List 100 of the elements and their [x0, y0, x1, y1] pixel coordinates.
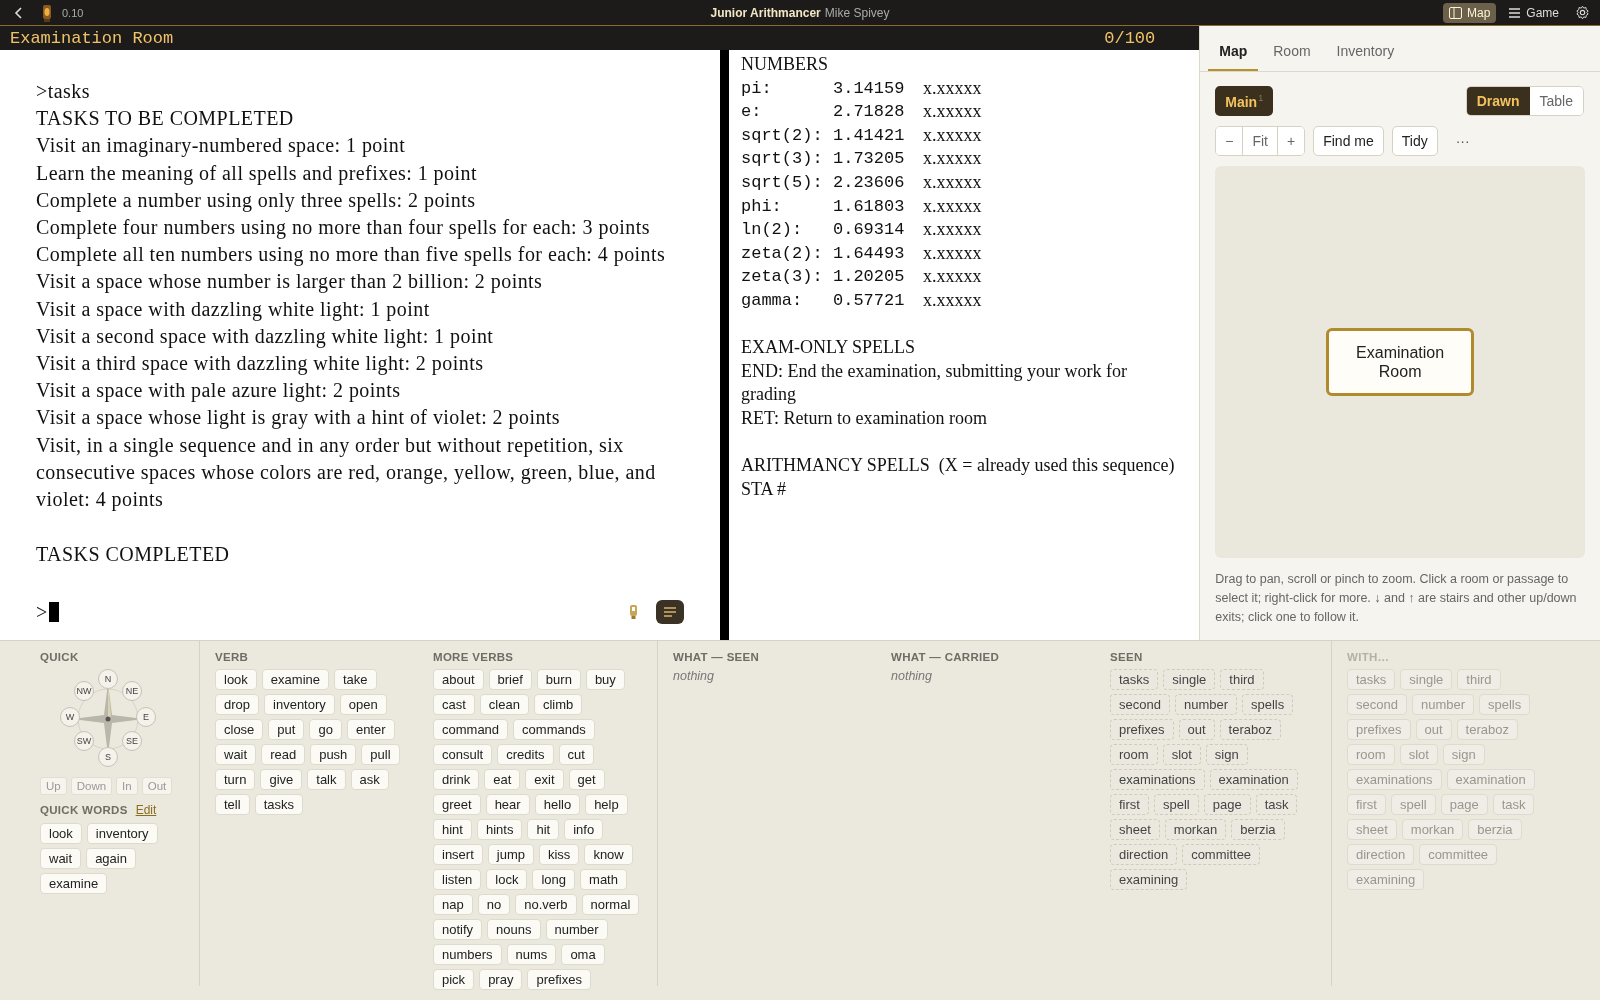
map-level-button[interactable]: Main$^{1}$ — [1215, 86, 1274, 116]
verb-chip[interactable]: tell — [215, 794, 250, 815]
noun-chip[interactable]: second — [1110, 694, 1170, 715]
verb-chip[interactable]: close — [215, 719, 264, 740]
view-option-button[interactable]: Table — [1529, 87, 1583, 115]
noun-chip[interactable]: task — [1255, 794, 1298, 815]
verb-chip[interactable]: info — [564, 819, 604, 840]
verb-chip[interactable]: open — [339, 694, 387, 715]
edit-link[interactable]: Edit — [135, 803, 157, 817]
verb-chip[interactable]: nap — [433, 894, 473, 915]
verb-chip[interactable]: get — [568, 769, 605, 790]
word-chip[interactable]: wait — [40, 848, 82, 869]
verb-chip[interactable]: help — [585, 794, 628, 815]
verb-chip[interactable]: talk — [307, 769, 346, 790]
verb-chip[interactable]: kiss — [539, 844, 580, 865]
verb-chip[interactable]: turn — [215, 769, 256, 790]
settings-icon[interactable] — [1575, 5, 1590, 20]
verb-chip[interactable]: notify — [433, 919, 483, 940]
verb-chip[interactable]: cut — [558, 744, 594, 765]
noun-chip[interactable]: examinations — [1110, 769, 1205, 790]
map-tool-button[interactable]: Find me — [1313, 126, 1384, 156]
compass-point-button[interactable]: SE — [122, 731, 142, 751]
menu-button[interactable] — [656, 600, 684, 625]
map-canvas[interactable]: Examination Room — [1215, 166, 1585, 558]
verb-chip[interactable]: long — [532, 869, 576, 890]
verb-chip[interactable]: wait — [215, 744, 257, 765]
zoom-button[interactable]: + — [1277, 127, 1305, 155]
noun-chip[interactable]: direction — [1110, 844, 1178, 865]
noun-chip[interactable]: out — [1178, 719, 1215, 740]
verb-chip[interactable]: consult — [433, 744, 493, 765]
noun-chip[interactable]: first — [1110, 794, 1149, 815]
verb-chip[interactable]: credits — [497, 744, 554, 765]
verb-chip[interactable]: brief — [488, 669, 532, 690]
verb-chip[interactable]: pick — [433, 969, 475, 990]
verb-chip[interactable]: give — [260, 769, 303, 790]
game-menu-button[interactable]: Game — [1502, 2, 1565, 23]
verb-chip[interactable]: tasks — [254, 794, 303, 815]
noun-chip[interactable]: third — [1220, 669, 1264, 690]
compass-point-button[interactable]: SW — [74, 731, 94, 751]
verb-chip[interactable]: nums — [506, 944, 557, 965]
noun-chip[interactable]: committee — [1182, 844, 1261, 865]
verb-chip[interactable]: hear — [485, 794, 530, 815]
verb-chip[interactable]: buy — [585, 669, 625, 690]
verb-chip[interactable]: insert — [433, 844, 483, 865]
verb-chip[interactable]: enter — [346, 719, 395, 740]
verb-chip[interactable]: command — [433, 719, 509, 740]
verb-chip[interactable]: clean — [479, 694, 529, 715]
map-panel-button[interactable]: Map — [1442, 2, 1497, 23]
verb-chip[interactable]: normal — [581, 894, 640, 915]
verb-chip[interactable]: hit — [527, 819, 560, 840]
word-chip[interactable]: inventory — [86, 823, 158, 844]
verb-chip[interactable]: hello — [534, 794, 581, 815]
verb-chip[interactable]: ask — [350, 769, 389, 790]
noun-chip[interactable]: slot — [1162, 744, 1201, 765]
noun-chip[interactable]: teraboz — [1219, 719, 1281, 740]
verb-chip[interactable]: inventory — [264, 694, 335, 715]
noun-chip[interactable]: morkan — [1164, 819, 1227, 840]
word-chip[interactable]: examine — [40, 873, 108, 894]
noun-chip[interactable]: room — [1110, 744, 1158, 765]
verb-chip[interactable]: take — [334, 669, 377, 690]
verb-chip[interactable]: oma — [561, 944, 605, 965]
noun-chip[interactable]: spells — [1242, 694, 1294, 715]
verb-chip[interactable]: cast — [433, 694, 475, 715]
view-option-button[interactable]: Drawn — [1466, 87, 1530, 115]
verb-chip[interactable]: exit — [525, 769, 564, 790]
verb-chip[interactable]: eat — [484, 769, 521, 790]
map-tool-button[interactable]: Tidy — [1391, 126, 1438, 156]
noun-chip[interactable]: examination — [1209, 769, 1298, 790]
verb-chip[interactable]: hints — [476, 819, 523, 840]
verb-chip[interactable]: pull — [361, 744, 400, 765]
noun-chip[interactable]: sign — [1205, 744, 1248, 765]
verb-chip[interactable]: listen — [433, 869, 482, 890]
panel-tab[interactable]: Room — [1262, 43, 1322, 71]
noun-chip[interactable]: examining — [1110, 869, 1188, 890]
noun-chip[interactable]: page — [1203, 794, 1251, 815]
verb-chip[interactable]: pray — [479, 969, 523, 990]
noun-chip[interactable]: berzia — [1231, 819, 1285, 840]
compass-point-button[interactable]: S — [98, 747, 118, 767]
verb-chip[interactable]: drink — [433, 769, 480, 790]
word-chip[interactable]: look — [40, 823, 82, 844]
verb-chip[interactable]: examine — [261, 669, 329, 690]
verb-chip[interactable]: push — [310, 744, 357, 765]
noun-chip[interactable]: tasks — [1110, 669, 1159, 690]
room-node[interactable]: Examination Room — [1326, 328, 1475, 396]
verb-chip[interactable]: math — [580, 869, 627, 890]
compass-point-button[interactable]: E — [136, 707, 156, 727]
verb-chip[interactable]: commands — [513, 719, 595, 740]
verb-chip[interactable]: look — [215, 669, 257, 690]
verb-chip[interactable]: greet — [433, 794, 481, 815]
verb-chip[interactable]: lock — [486, 869, 528, 890]
verb-chip[interactable]: climb — [533, 694, 583, 715]
compass-point-button[interactable]: NE — [122, 681, 142, 701]
verb-chip[interactable]: hint — [433, 819, 472, 840]
verb-chip[interactable]: no.verb — [515, 894, 577, 915]
compass-point-button[interactable]: NW — [74, 681, 94, 701]
compass-point-button[interactable]: W — [60, 707, 80, 727]
verb-chip[interactable]: no — [477, 894, 511, 915]
verb-chip[interactable]: drop — [215, 694, 260, 715]
panel-tab[interactable]: Inventory — [1325, 43, 1406, 71]
noun-chip[interactable]: number — [1174, 694, 1237, 715]
